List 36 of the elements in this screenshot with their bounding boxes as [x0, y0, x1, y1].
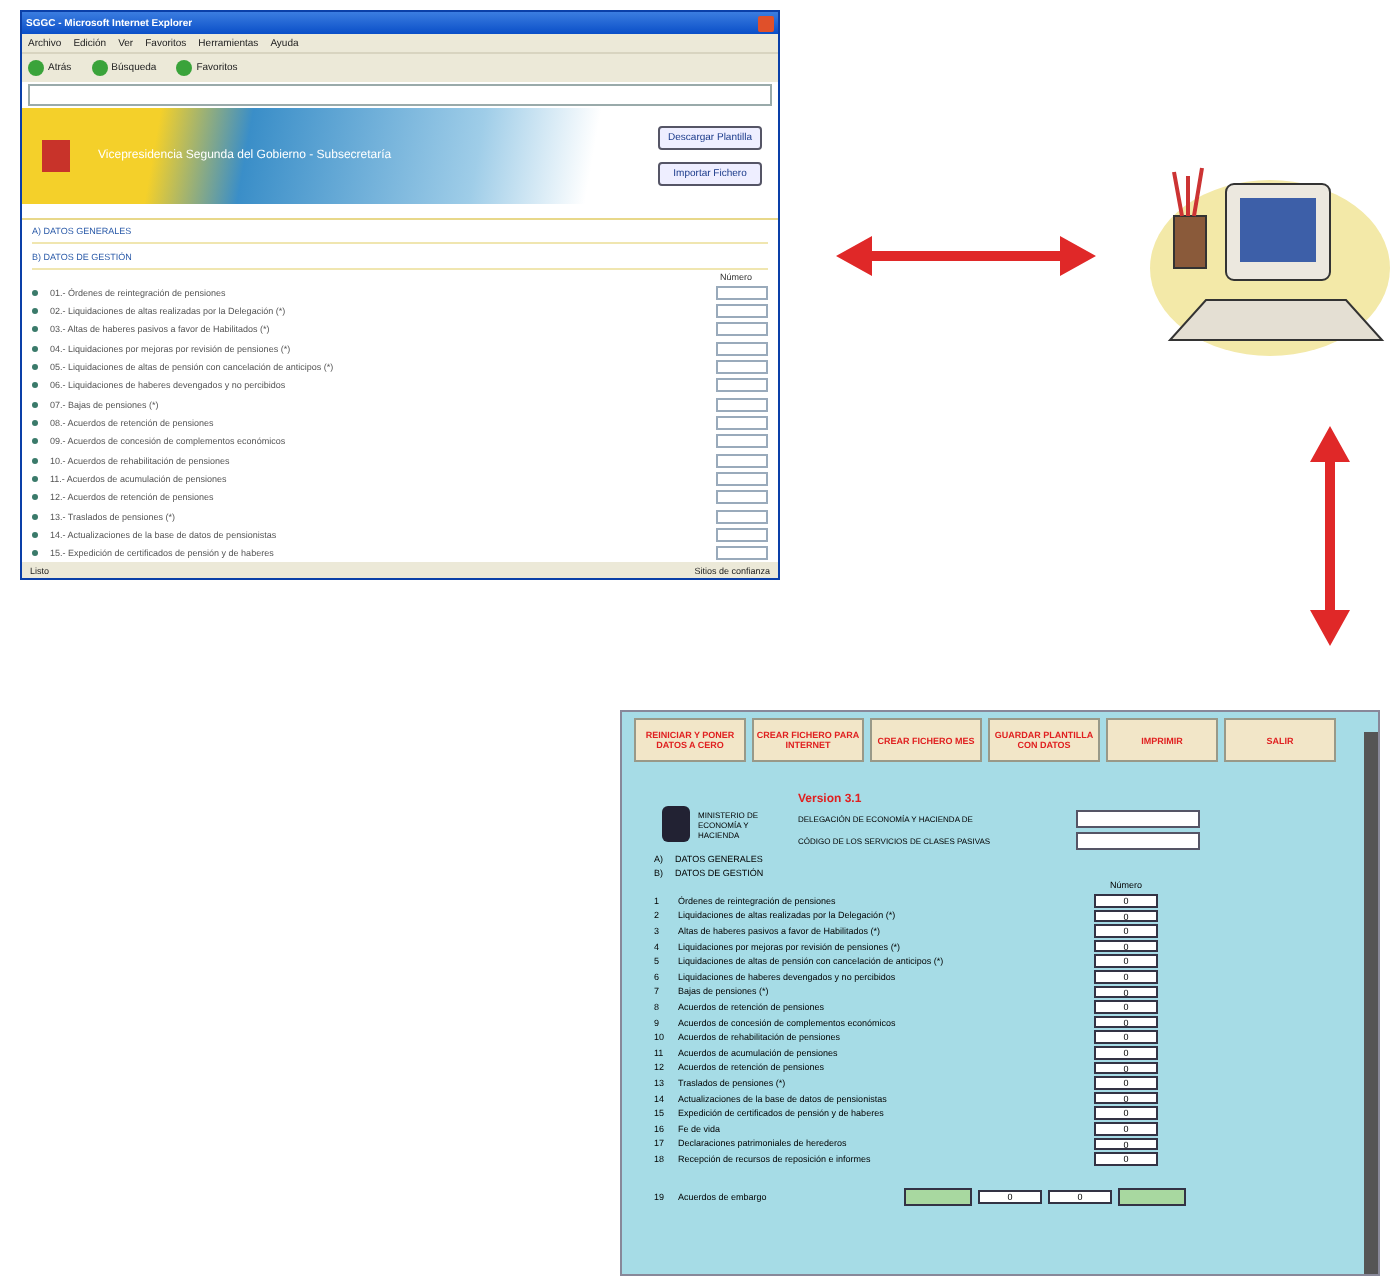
bullet-icon [32, 494, 38, 501]
bullet-icon [32, 438, 38, 445]
input-field[interactable] [716, 490, 768, 505]
bullet-icon [32, 550, 38, 557]
input-field[interactable] [716, 341, 768, 356]
input-field[interactable] [716, 397, 768, 412]
input-field[interactable] [716, 359, 768, 374]
bullet-icon [32, 326, 38, 333]
input-field[interactable] [716, 546, 768, 561]
bullet-icon [32, 345, 38, 352]
address-field[interactable] [28, 84, 772, 106]
bullet-icon [32, 513, 38, 520]
bullet-icon [32, 307, 38, 314]
bullet-icon [32, 401, 38, 408]
input-field[interactable] [716, 303, 768, 318]
bullet-icon [32, 363, 38, 370]
input-field[interactable] [1076, 832, 1200, 850]
bullet-icon [32, 457, 38, 464]
bullet-icon [32, 289, 38, 296]
input-field[interactable] [716, 322, 768, 337]
bullet-icon [32, 419, 38, 426]
bullet-icon [32, 475, 38, 482]
input-field[interactable] [716, 509, 768, 524]
highlighted-cell [1118, 1187, 1186, 1206]
input-field[interactable] [716, 471, 768, 486]
bullet-icon [32, 382, 38, 389]
input-field[interactable] [716, 285, 768, 300]
input-field[interactable] [716, 527, 768, 542]
input-field[interactable] [716, 453, 768, 468]
highlighted-cell [904, 1187, 972, 1206]
input-field[interactable] [716, 378, 768, 393]
input-field[interactable] [716, 434, 768, 449]
input-field[interactable] [716, 415, 768, 430]
input-field[interactable] [1076, 810, 1200, 828]
scroll-bar[interactable] [1364, 732, 1378, 1274]
bullet-icon [32, 531, 38, 538]
